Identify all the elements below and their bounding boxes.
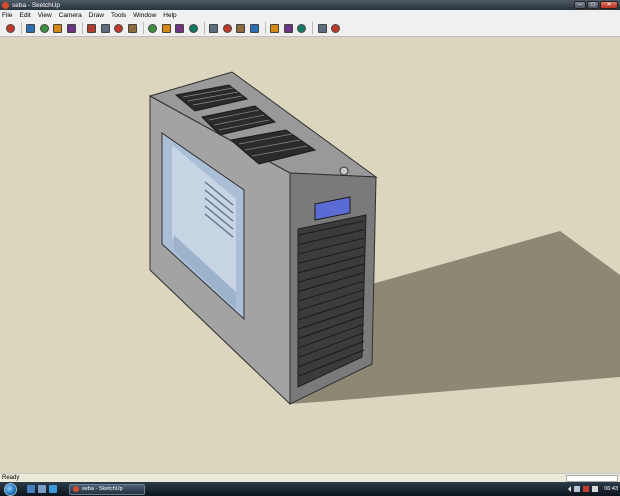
taskbar-button-label: seba - SketchUp bbox=[82, 486, 123, 492]
menu-edit[interactable]: Edit bbox=[19, 12, 30, 19]
status-bar: Ready bbox=[0, 473, 620, 482]
window-title: seba - SketchUp bbox=[12, 1, 61, 9]
paint-bucket-button[interactable] bbox=[126, 22, 138, 34]
orbit-icon bbox=[209, 23, 218, 33]
tray-arrow-icon[interactable] bbox=[565, 486, 572, 492]
network-icon[interactable] bbox=[574, 486, 581, 492]
move-button[interactable] bbox=[160, 22, 172, 34]
computer-case-model bbox=[148, 71, 620, 406]
eraser-icon bbox=[100, 23, 110, 33]
google-earth-icon bbox=[270, 23, 279, 33]
orbit-button[interactable] bbox=[208, 22, 220, 34]
zoom-extents-icon bbox=[249, 23, 259, 33]
close-icon: ✕ bbox=[606, 2, 612, 8]
toolbar-separator bbox=[312, 22, 313, 34]
toolbar-separator bbox=[142, 22, 144, 34]
menu-help[interactable]: Help bbox=[163, 12, 176, 19]
menu-file[interactable]: File bbox=[2, 12, 12, 19]
tape-measure-icon bbox=[114, 23, 123, 33]
select-icon bbox=[5, 23, 15, 33]
switch-windows-icon[interactable] bbox=[38, 485, 46, 493]
get-models-button[interactable] bbox=[282, 22, 294, 34]
menu-view[interactable]: View bbox=[38, 12, 52, 19]
share-model-icon bbox=[297, 23, 306, 33]
circle-button[interactable] bbox=[52, 22, 64, 34]
menu-window[interactable]: Window bbox=[133, 12, 156, 19]
quick-launch bbox=[27, 485, 57, 493]
rectangle-icon bbox=[39, 23, 49, 33]
zoom-extents-button[interactable] bbox=[248, 22, 260, 34]
power-button bbox=[339, 166, 349, 176]
sketchup-app-icon[interactable] bbox=[2, 1, 9, 9]
eraser-button[interactable] bbox=[99, 22, 111, 34]
menu-tools[interactable]: Tools bbox=[111, 12, 126, 19]
menu-draw[interactable]: Draw bbox=[89, 12, 104, 19]
circle-icon bbox=[53, 23, 62, 33]
window-controls: – □ ✕ bbox=[574, 1, 618, 9]
line-icon bbox=[26, 23, 35, 33]
taskbar: seba - SketchUp 06:43 bbox=[0, 482, 620, 496]
sketchup-task-icon bbox=[73, 486, 79, 492]
rectangle-button[interactable] bbox=[38, 22, 50, 34]
rotate-icon bbox=[175, 23, 184, 33]
taskbar-button-sketchup[interactable]: seba - SketchUp bbox=[69, 483, 145, 495]
toolbar-separator bbox=[81, 22, 83, 34]
offset-button[interactable] bbox=[187, 22, 199, 34]
status-text: Ready bbox=[2, 475, 20, 481]
minimize-icon: – bbox=[578, 2, 582, 8]
main-toolbar bbox=[0, 20, 620, 37]
google-earth-button[interactable] bbox=[269, 22, 281, 34]
zoom-button[interactable] bbox=[235, 22, 247, 34]
browser-icon[interactable] bbox=[49, 485, 57, 493]
line-button[interactable] bbox=[25, 22, 37, 34]
volume-icon[interactable] bbox=[592, 486, 599, 492]
close-button[interactable]: ✕ bbox=[600, 1, 618, 9]
toolbar-separator bbox=[203, 22, 205, 34]
minimize-button[interactable]: – bbox=[574, 1, 586, 9]
get-models-icon bbox=[283, 23, 293, 33]
select-button[interactable] bbox=[4, 22, 16, 34]
maximize-button[interactable]: □ bbox=[587, 1, 599, 9]
make-component-button[interactable] bbox=[86, 22, 98, 34]
arc-icon bbox=[66, 23, 76, 33]
menu-camera[interactable]: Camera bbox=[59, 12, 82, 19]
components-button[interactable] bbox=[316, 22, 328, 34]
toolbar-separator bbox=[264, 22, 266, 34]
system-tray: 06:43 bbox=[565, 484, 618, 494]
move-icon bbox=[161, 23, 171, 33]
push-pull-icon bbox=[148, 23, 157, 33]
start-button[interactable] bbox=[4, 482, 17, 496]
model-viewport[interactable] bbox=[0, 37, 620, 473]
offset-icon bbox=[188, 23, 198, 33]
zoom-icon bbox=[236, 23, 245, 33]
pan-icon bbox=[222, 23, 232, 33]
measurements-box[interactable] bbox=[566, 475, 618, 482]
show-desktop-icon[interactable] bbox=[27, 485, 35, 493]
clock[interactable]: 06:43 bbox=[604, 486, 618, 492]
arc-button[interactable] bbox=[65, 22, 77, 34]
tape-measure-button[interactable] bbox=[113, 22, 125, 34]
rotate-button[interactable] bbox=[174, 22, 186, 34]
paint-bucket-icon bbox=[127, 23, 137, 33]
toolbar-separator bbox=[20, 22, 22, 34]
make-component-icon bbox=[87, 23, 96, 33]
menu-bar: File Edit View Camera Draw Tools Window … bbox=[0, 10, 620, 20]
maximize-icon: □ bbox=[591, 2, 595, 8]
title-bar: seba - SketchUp – □ ✕ bbox=[0, 0, 620, 10]
get-photo-texture-button[interactable] bbox=[330, 22, 342, 34]
pan-button[interactable] bbox=[221, 22, 233, 34]
get-photo-texture-icon bbox=[331, 23, 340, 33]
security-icon[interactable] bbox=[583, 486, 590, 492]
components-icon bbox=[317, 23, 327, 33]
push-pull-button[interactable] bbox=[147, 22, 159, 34]
share-model-button[interactable] bbox=[296, 22, 308, 34]
